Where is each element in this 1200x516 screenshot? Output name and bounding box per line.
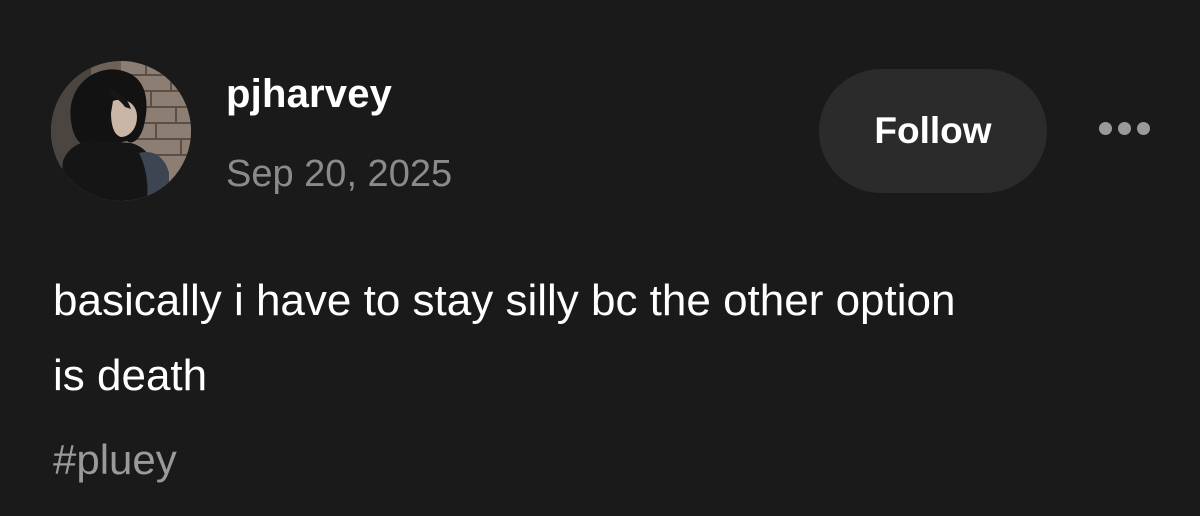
more-options-button[interactable] bbox=[1092, 112, 1156, 144]
post-body-line: basically i have to stay silly bc the ot… bbox=[53, 276, 956, 325]
author-username[interactable]: pjharvey bbox=[226, 74, 392, 114]
avatar-photo bbox=[51, 61, 191, 201]
more-horizontal-icon bbox=[1136, 121, 1150, 135]
follow-button[interactable]: Follow bbox=[819, 69, 1047, 193]
more-horizontal-icon bbox=[1117, 121, 1131, 135]
post-card: pjharvey Sep 20, 2025 Follow basically i… bbox=[0, 0, 1200, 516]
post-tag[interactable]: #pluey bbox=[53, 439, 177, 481]
avatar[interactable] bbox=[51, 61, 191, 201]
more-horizontal-icon bbox=[1098, 121, 1112, 135]
post-body: basically i have to stay silly bc the ot… bbox=[53, 263, 1153, 413]
post-body-line: is death bbox=[53, 351, 208, 400]
post-date[interactable]: Sep 20, 2025 bbox=[226, 155, 452, 193]
